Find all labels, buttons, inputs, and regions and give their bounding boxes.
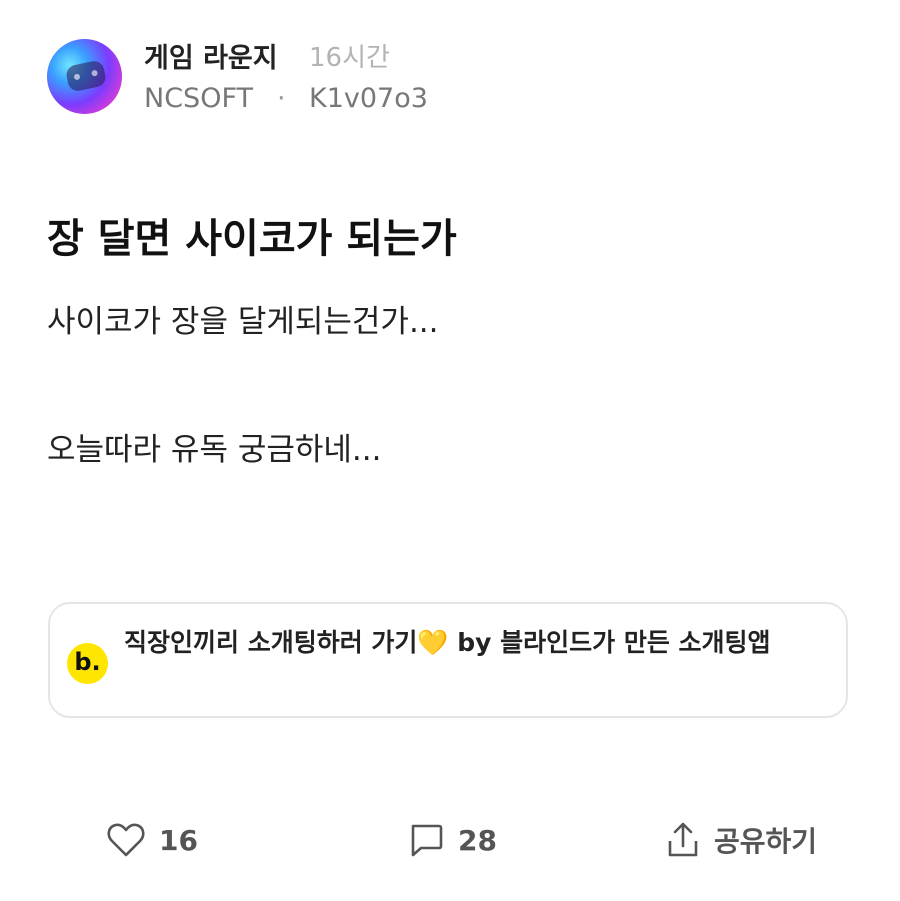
comment-count: 28 (458, 823, 497, 857)
like-count: 16 (159, 823, 198, 857)
share-button[interactable]: 공유하기 (666, 810, 817, 870)
ad-text: 직장인끼리 소개팅하러 가기💛 by 블라인드가 만든 소개팅앱 (124, 628, 771, 657)
share-icon (666, 821, 700, 859)
author-company: NCSOFT (144, 83, 253, 114)
meta-separator: · (277, 83, 286, 114)
post-body-line: 사이코가 장을 달게되는건가... (47, 304, 439, 340)
ad-banner[interactable]: b. 직장인끼리 소개팅하러 가기💛 by 블라인드가 만든 소개팅앱 (48, 602, 848, 718)
author-nickname: K1v07o3 (309, 83, 428, 114)
post-title: 장 달면 사이코가 되는가 (47, 216, 457, 262)
post-actions-bar: 16 28 공유하기 (0, 810, 900, 870)
heart-icon (107, 822, 145, 858)
post-body-line: 오늘따라 유독 궁금하네... (47, 432, 382, 468)
comment-button[interactable]: 28 (408, 810, 497, 870)
blind-logo-icon: b. (67, 643, 108, 684)
post-time: 16시간 (309, 43, 390, 73)
game-controller-icon (64, 59, 108, 93)
community-avatar[interactable] (47, 39, 122, 114)
community-name[interactable]: 게임 라운지 (144, 36, 278, 75)
post-header: 게임 라운지 16시간 NCSOFT · K1v07o3 (47, 36, 847, 116)
share-label: 공유하기 (714, 825, 818, 858)
comment-bubble-icon (408, 822, 444, 858)
like-button[interactable]: 16 (107, 810, 198, 870)
